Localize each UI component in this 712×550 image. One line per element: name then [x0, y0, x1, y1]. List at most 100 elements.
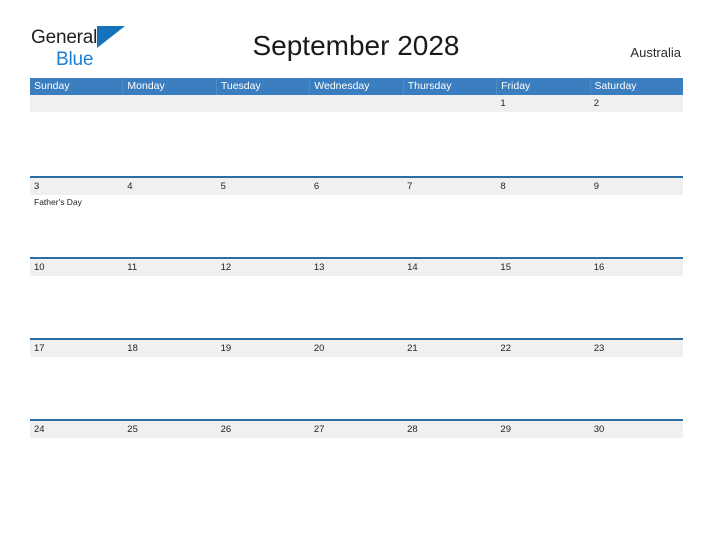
- weeks-container: 1 2 3 4 5 6 7 8 9 Father's Day 10 11 12 13 14 15 16 17 18 1…: [30, 95, 683, 500]
- day-number[interactable]: 25: [123, 421, 216, 438]
- day-cell[interactable]: [590, 195, 683, 257]
- day-of-week-saturday: Saturday: [594, 80, 637, 92]
- day-cell[interactable]: [123, 357, 216, 419]
- week-date-band: 3456789: [30, 178, 683, 195]
- day-cell[interactable]: [30, 112, 123, 174]
- day-cell[interactable]: [496, 112, 589, 174]
- day-number[interactable]: 16: [590, 259, 683, 276]
- country-label: Australia: [630, 45, 681, 60]
- calendar-week-row: 24 25 26 27 28 29 30: [30, 419, 683, 500]
- day-number[interactable]: 30: [590, 421, 683, 438]
- day-of-week-sunday: Sunday: [30, 78, 124, 95]
- day-of-week-thursday: Thursday: [404, 78, 498, 95]
- day-cell[interactable]: [217, 112, 310, 174]
- day-cell[interactable]: [403, 112, 496, 174]
- day-number[interactable]: 17: [30, 340, 123, 357]
- day-number[interactable]: 2: [590, 95, 683, 112]
- day-number[interactable]: [123, 95, 216, 112]
- day-number[interactable]: 26: [217, 421, 310, 438]
- calendar-week-row: 12: [30, 95, 683, 176]
- week-event-band: [30, 276, 683, 338]
- day-cell[interactable]: Father's Day: [30, 195, 123, 257]
- week-date-band: 24 25 26 27 28 29 30: [30, 421, 683, 438]
- day-cell[interactable]: [123, 195, 216, 257]
- holiday-label: Father's Day: [34, 197, 82, 207]
- day-cell[interactable]: [496, 276, 589, 338]
- day-number[interactable]: 12: [217, 259, 310, 276]
- day-cell[interactable]: [310, 438, 403, 500]
- day-number[interactable]: [217, 95, 310, 112]
- day-number[interactable]: 6: [310, 178, 403, 195]
- day-number[interactable]: [403, 95, 496, 112]
- day-number[interactable]: 5: [217, 178, 310, 195]
- day-number[interactable]: 15: [496, 259, 589, 276]
- day-cell[interactable]: [310, 357, 403, 419]
- calendar-week-row: 17 18 19 20 21 22 23: [30, 338, 683, 419]
- day-cell[interactable]: [590, 112, 683, 174]
- day-number[interactable]: 28: [403, 421, 496, 438]
- week-event-band: [30, 438, 683, 500]
- week-date-band: 10 11 12 13 14 15 16: [30, 259, 683, 276]
- calendar-grid: Sunday Monday Tuesday Wednesday Thursday…: [30, 78, 683, 500]
- calendar-page: General Blue September 2028 Australia Su…: [0, 0, 712, 550]
- day-cell[interactable]: [310, 276, 403, 338]
- day-cell[interactable]: [496, 357, 589, 419]
- day-of-week-wednesday: Wednesday: [310, 78, 404, 95]
- day-number[interactable]: 10: [30, 259, 123, 276]
- page-title: September 2028: [252, 30, 460, 61]
- day-cell[interactable]: [123, 112, 216, 174]
- day-number[interactable]: 27: [310, 421, 403, 438]
- day-number[interactable]: 20: [310, 340, 403, 357]
- day-number[interactable]: 8: [496, 178, 589, 195]
- calendar-week-row: 10 11 12 13 14 15 16: [30, 257, 683, 338]
- day-cell[interactable]: [590, 276, 683, 338]
- day-of-week-header-row: Sunday Monday Tuesday Wednesday Thursday…: [30, 78, 683, 95]
- day-cell[interactable]: [496, 195, 589, 257]
- day-cell[interactable]: [496, 438, 589, 500]
- week-date-band: 12: [30, 95, 683, 112]
- day-cell[interactable]: [403, 357, 496, 419]
- day-number[interactable]: 21: [403, 340, 496, 357]
- week-event-band: [30, 112, 683, 174]
- day-cell[interactable]: [30, 357, 123, 419]
- day-cell[interactable]: [590, 357, 683, 419]
- day-cell[interactable]: [217, 438, 310, 500]
- day-cell[interactable]: [403, 195, 496, 257]
- day-cell[interactable]: [403, 438, 496, 500]
- week-event-band: Father's Day: [30, 195, 683, 257]
- calendar-week-row: 3 4 5 6 7 8 9 Father's Day: [30, 176, 683, 257]
- day-number[interactable]: 29: [496, 421, 589, 438]
- day-number[interactable]: 13: [310, 259, 403, 276]
- day-cell[interactable]: [30, 276, 123, 338]
- day-number[interactable]: 11: [123, 259, 216, 276]
- day-cell[interactable]: [310, 195, 403, 257]
- week-event-band: [30, 357, 683, 419]
- day-number[interactable]: 3: [30, 178, 123, 195]
- day-cell[interactable]: [123, 438, 216, 500]
- day-number[interactable]: 18: [123, 340, 216, 357]
- day-cell[interactable]: [310, 112, 403, 174]
- day-number[interactable]: 24: [30, 421, 123, 438]
- day-cell[interactable]: [123, 276, 216, 338]
- day-number[interactable]: 7: [403, 178, 496, 195]
- day-cell[interactable]: [403, 276, 496, 338]
- day-number[interactable]: 1: [496, 95, 589, 112]
- day-cell[interactable]: [217, 195, 310, 257]
- day-cell[interactable]: [590, 438, 683, 500]
- day-number[interactable]: 19: [217, 340, 310, 357]
- day-of-week-tuesday: Tuesday: [217, 78, 311, 95]
- day-number[interactable]: [30, 95, 123, 112]
- day-number[interactable]: 9: [590, 178, 683, 195]
- day-number[interactable]: 4: [123, 178, 216, 195]
- day-number[interactable]: 22: [496, 340, 589, 357]
- page-header: General Blue September 2028 Australia: [0, 0, 712, 78]
- day-cell[interactable]: [217, 357, 310, 419]
- day-number[interactable]: [310, 95, 403, 112]
- day-of-week-friday: Friday: [497, 78, 591, 95]
- day-cell[interactable]: [217, 276, 310, 338]
- day-cell[interactable]: [30, 438, 123, 500]
- day-number[interactable]: 23: [590, 340, 683, 357]
- day-number[interactable]: 14: [403, 259, 496, 276]
- day-of-week-monday: Monday: [123, 78, 217, 95]
- week-date-band: 17 18 19 20 21 22 23: [30, 340, 683, 357]
